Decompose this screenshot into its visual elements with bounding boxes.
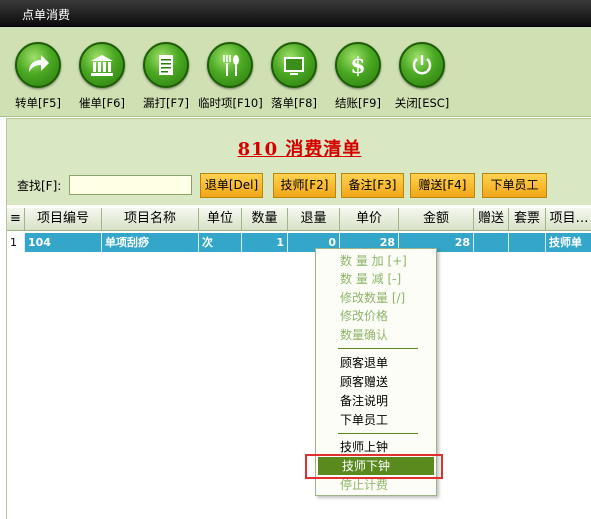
search-label: 查找[F]:: [17, 179, 62, 193]
place-order-button[interactable]: 落单[F8]: [262, 33, 326, 113]
consumption-table: ≡ 项目编号 项目名称 单位 数量 退量 单价 金额 赠送 套票 项目… 1 1…: [7, 206, 591, 519]
temp-item-label: 临时项[F10]: [198, 96, 263, 110]
menu-separator: [338, 433, 418, 434]
svg-text:$: $: [350, 53, 365, 78]
content-panel: 810 消费清单 查找[F]: 退单[Del] 技师[F2] 备注[F3] 赠送…: [6, 118, 591, 519]
menu-item-confirm-quantity[interactable]: 数量确认: [316, 326, 436, 344]
menu-item-remark[interactable]: 备注说明: [316, 392, 436, 410]
temp-item-button[interactable]: 临时项[F10]: [198, 33, 263, 113]
close-label: 关闭[ESC]: [394, 96, 450, 110]
table-row[interactable]: 1 104 单项刮痧 次 1 0 28 28 技师单: [7, 233, 591, 252]
dollar-icon: $: [335, 42, 381, 88]
menu-item-order-staff[interactable]: 下单员工: [316, 411, 436, 429]
document-icon: [143, 42, 189, 88]
technician-button[interactable]: 技师[F2]: [273, 173, 336, 198]
toolbar: 转单[F5] 催单[F6] 漏打[F7] 临时项[F10] 落单[F8] $ 结…: [0, 27, 591, 117]
menu-separator: [338, 348, 418, 349]
menu-item-quantity-increase[interactable]: 数 量 加 [+]: [316, 252, 436, 270]
page-title: 810 消费清单: [237, 139, 362, 160]
screen-icon: [271, 42, 317, 88]
row-number: 1: [7, 233, 25, 252]
search-input[interactable]: [69, 175, 192, 195]
voucher-cell: [509, 233, 546, 252]
column-header[interactable]: 赠送: [474, 208, 509, 230]
column-header[interactable]: 套票: [509, 208, 546, 230]
menu-item-customer-gift[interactable]: 顾客赠送: [316, 373, 436, 391]
gift-button[interactable]: 赠送[F4]: [410, 173, 475, 198]
column-header[interactable]: 金额: [399, 208, 474, 230]
highlight-annotation: [305, 454, 443, 479]
transfer-order-label: 转单[F5]: [15, 96, 61, 110]
transfer-order-button[interactable]: 转单[F5]: [6, 33, 70, 113]
checkout-label: 结账[F9]: [335, 96, 381, 110]
column-header[interactable]: 项目…: [546, 208, 591, 230]
title-bar: 点单消费: [0, 0, 591, 27]
power-icon: [399, 42, 445, 88]
item-name-cell: 单项刮痧: [102, 233, 199, 252]
column-header[interactable]: 项目名称: [102, 208, 199, 230]
close-button[interactable]: 关闭[ESC]: [390, 33, 454, 113]
row-selector-header: ≡: [7, 208, 25, 230]
column-header[interactable]: 单价: [340, 208, 399, 230]
item-code-cell: 104: [25, 233, 102, 252]
building-icon: [79, 42, 125, 88]
remark-button[interactable]: 备注[F3]: [341, 173, 404, 198]
menu-item-modify-quantity[interactable]: 修改数量 [/]: [316, 289, 436, 307]
column-header[interactable]: 单位: [199, 208, 242, 230]
gift-cell: [474, 233, 509, 252]
quantity-cell: 1: [242, 233, 288, 252]
item-type-cell: 技师单: [546, 233, 591, 252]
missed-print-label: 漏打[F7]: [143, 96, 189, 110]
unit-cell: 次: [199, 233, 242, 252]
checkout-button[interactable]: $ 结账[F9]: [326, 33, 390, 113]
utensils-icon: [207, 42, 253, 88]
order-staff-button[interactable]: 下单员工: [482, 173, 547, 198]
place-order-label: 落单[F8]: [271, 96, 317, 110]
column-header[interactable]: 项目编号: [25, 208, 102, 230]
missed-print-button[interactable]: 漏打[F7]: [134, 33, 198, 113]
urge-order-label: 催单[F6]: [79, 96, 125, 110]
column-header[interactable]: 数量: [242, 208, 288, 230]
menu-item-customer-refund[interactable]: 顾客退单: [316, 354, 436, 372]
column-header[interactable]: 退量: [288, 208, 340, 230]
menu-item-modify-price[interactable]: 修改价格: [316, 307, 436, 325]
menu-item-quantity-decrease[interactable]: 数 量 减 [-]: [316, 270, 436, 288]
refund-button[interactable]: 退单[Del]: [200, 173, 263, 198]
arrow-transfer-icon: [15, 42, 61, 88]
heading-area: 810 消费清单 查找[F]: 退单[Del] 技师[F2] 备注[F3] 赠送…: [7, 119, 591, 205]
window-title: 点单消费: [22, 8, 71, 22]
urge-order-button[interactable]: 催单[F6]: [70, 33, 134, 113]
table-header: ≡ 项目编号 项目名称 单位 数量 退量 单价 金额 赠送 套票 项目…: [7, 208, 591, 231]
